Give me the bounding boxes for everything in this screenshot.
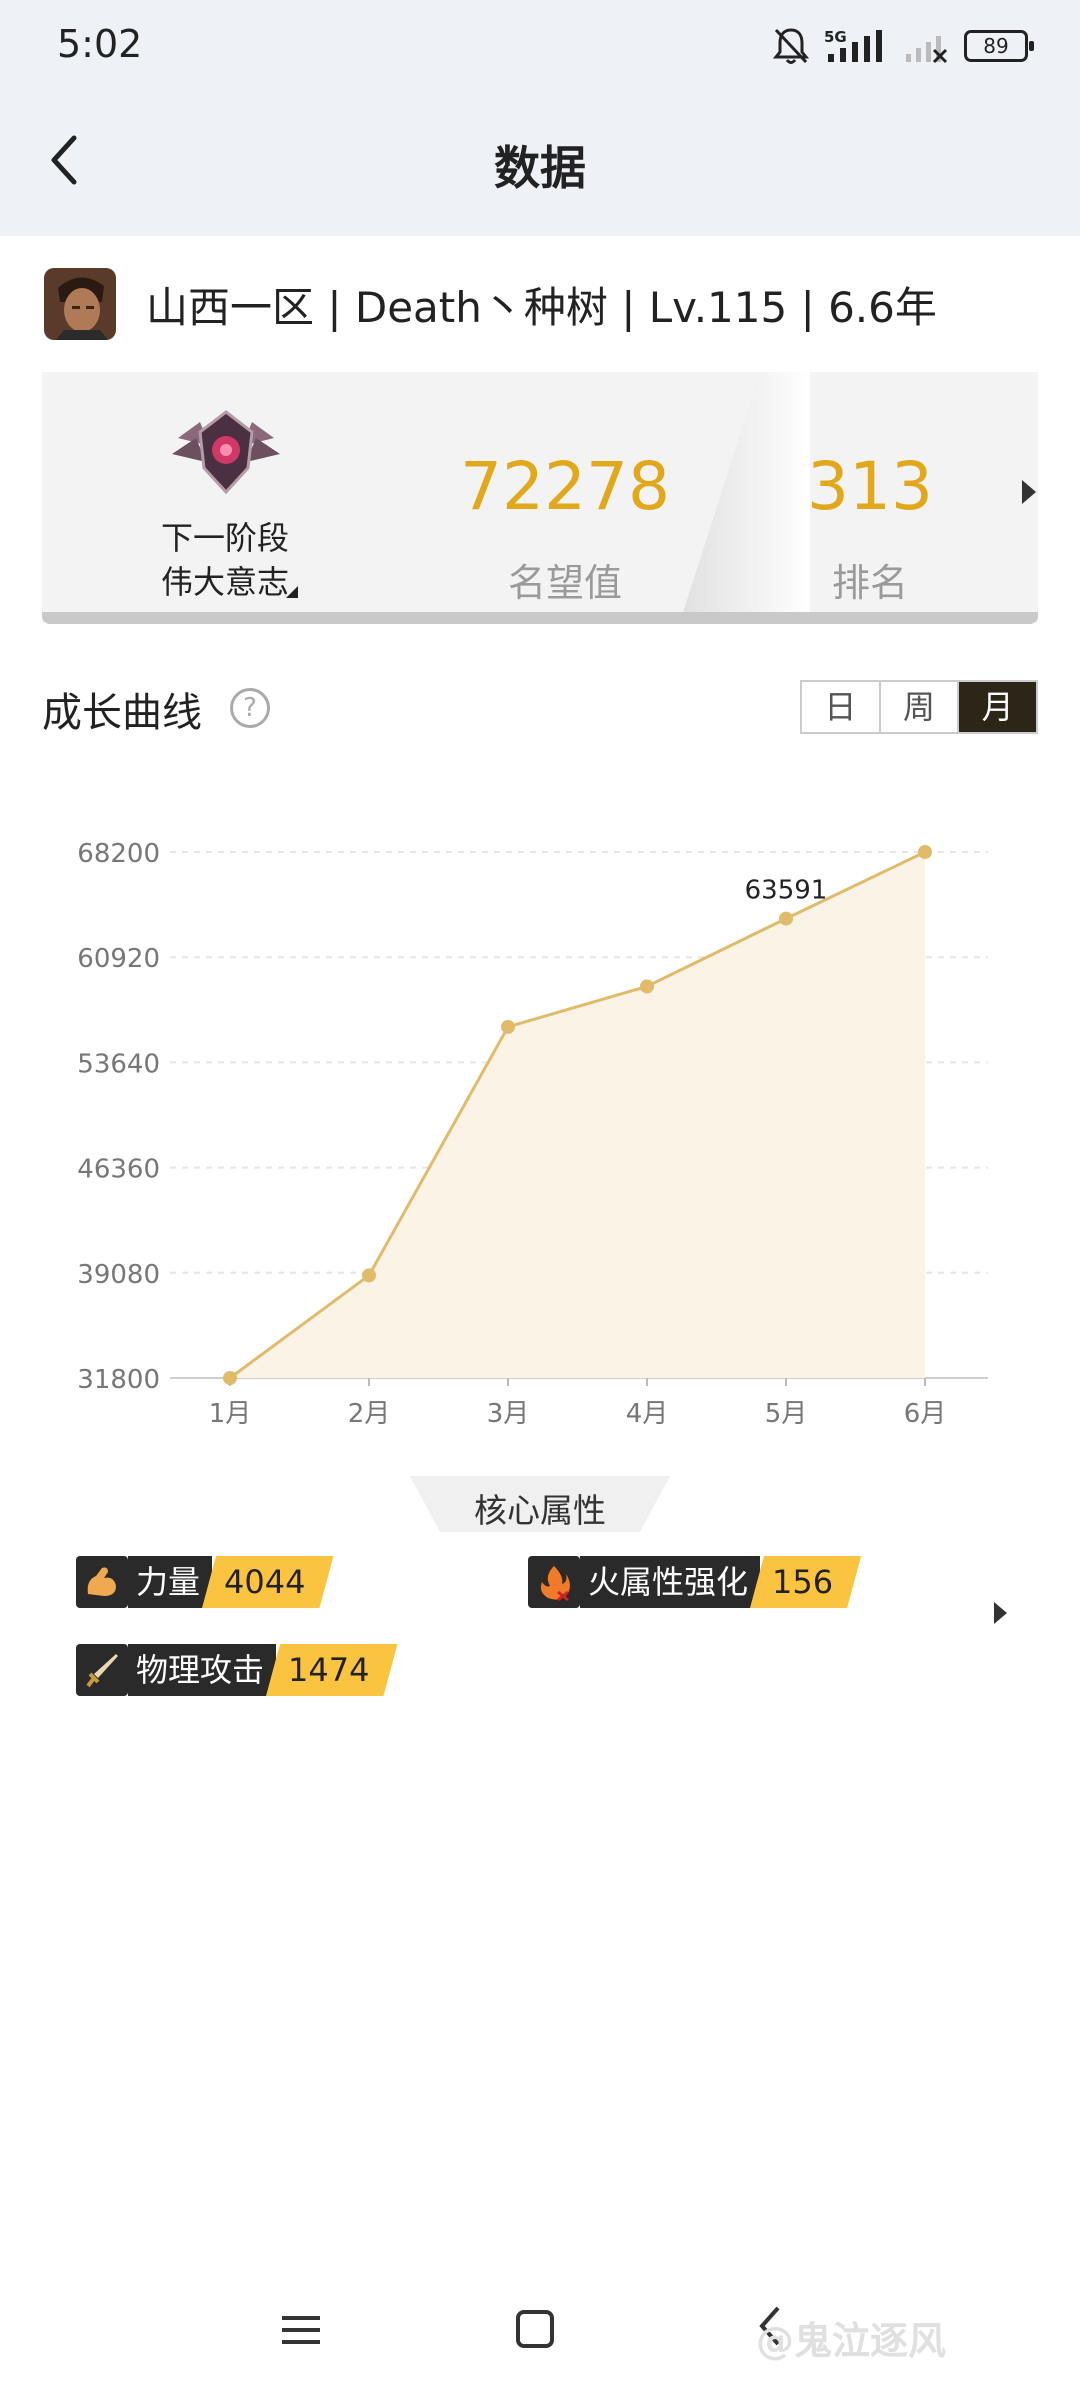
period-day-tab[interactable]: 日: [802, 682, 881, 732]
x-tick-label: 1月: [209, 1399, 252, 1429]
next-stage-label: 下一阶段: [160, 519, 289, 557]
attr-fire-enhance: 火属性强化 156: [528, 1556, 861, 1608]
rank-value: 313: [807, 448, 933, 525]
signal-5g-icon: 5G: [824, 28, 882, 62]
data-point: [362, 1268, 376, 1283]
growth-title: 成长曲线: [42, 690, 202, 736]
attr-name: 物理攻击: [128, 1644, 277, 1696]
watermark: @鬼泣逐风: [756, 2319, 947, 2363]
prestige-value: 72278: [460, 448, 670, 525]
menu-icon[interactable]: [282, 2316, 320, 2344]
avatar[interactable]: [44, 268, 116, 340]
corner-indicator-icon: [286, 586, 298, 598]
period-month-tab[interactable]: 月: [959, 682, 1037, 732]
sword-icon: [76, 1644, 128, 1696]
rank-label: 排名: [831, 561, 908, 605]
x-tick-label: 2月: [348, 1399, 391, 1429]
attr-physical-attack: 物理攻击 1474: [76, 1644, 397, 1696]
attr-name: 火属性强化: [580, 1556, 761, 1608]
x-tick-label: 4月: [626, 1399, 669, 1429]
y-tick-label: 31800: [77, 1365, 160, 1395]
attr-value: 4044: [202, 1556, 333, 1608]
fire-icon: [528, 1556, 580, 1608]
data-point: [779, 911, 793, 926]
data-label: 63591: [745, 876, 828, 906]
y-tick-label: 39080: [77, 1260, 160, 1290]
profile-info: 山西一区 | Death丶种树 | Lv.115 | 6.6年: [146, 283, 937, 332]
data-point: [918, 845, 932, 859]
card-bottom-bar: [42, 612, 1038, 624]
data-point: [223, 1371, 237, 1385]
attr-strength: 力量 4044: [76, 1556, 333, 1608]
status-icons: 5G 89: [772, 24, 1034, 68]
y-tick-label: 53640: [77, 1049, 160, 1079]
data-point: [501, 1019, 515, 1034]
next-stage-name: 伟大意志: [160, 563, 289, 601]
status-time: 5:02: [57, 22, 143, 66]
data-point: [640, 979, 654, 994]
core-attributes-title: 核心属性: [474, 1491, 606, 1530]
prestige-label: 名望值: [507, 561, 622, 605]
x-tick-label: 3月: [487, 1399, 530, 1429]
period-week-tab[interactable]: 周: [880, 682, 960, 732]
page-title: 数据: [494, 141, 586, 195]
attr-name: 力量: [128, 1556, 213, 1608]
next-stage[interactable]: 下一阶段 伟大意志: [100, 516, 350, 604]
attr-value: 156: [750, 1556, 861, 1608]
y-tick-label: 68200: [77, 839, 160, 869]
series-area: [230, 852, 925, 1378]
mute-bell-icon: [772, 28, 810, 64]
svg-text:5G: 5G: [824, 28, 847, 46]
attr-value: 1474: [266, 1644, 397, 1696]
rank-emblem-icon: [172, 410, 280, 495]
arm-icon: [76, 1556, 128, 1608]
home-icon[interactable]: [516, 2310, 554, 2348]
y-tick-label: 46360: [77, 1155, 160, 1185]
attributes-next-arrow-icon[interactable]: [994, 1602, 1007, 1624]
growth-chart: 68200 60920 53640 46360 39080 31800 1月 2月 3月 4月 5月…: [77, 839, 988, 1429]
signal-weak-icon: [906, 36, 948, 64]
x-tick-label: 5月: [765, 1399, 808, 1429]
x-tick-label: 6月: [904, 1399, 947, 1429]
card-next-arrow-icon[interactable]: [1022, 480, 1036, 504]
help-icon[interactable]: ?: [230, 688, 270, 728]
y-tick-label: 60920: [77, 944, 160, 974]
battery-icon: 89: [964, 30, 1034, 62]
period-selector: 日 周 月: [800, 680, 1038, 734]
